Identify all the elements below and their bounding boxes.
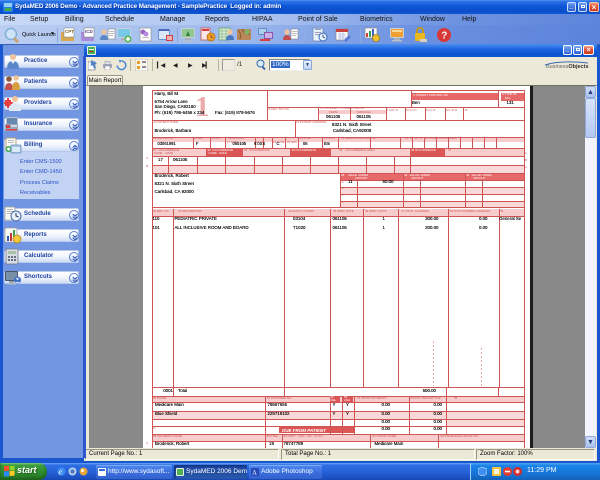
svg-text:ICD: ICD (85, 29, 94, 34)
svg-text:CPT: CPT (65, 29, 74, 34)
svg-text:?: ? (441, 31, 447, 42)
svg-text:e: e (59, 468, 63, 477)
svg-text:A: A (252, 469, 257, 476)
